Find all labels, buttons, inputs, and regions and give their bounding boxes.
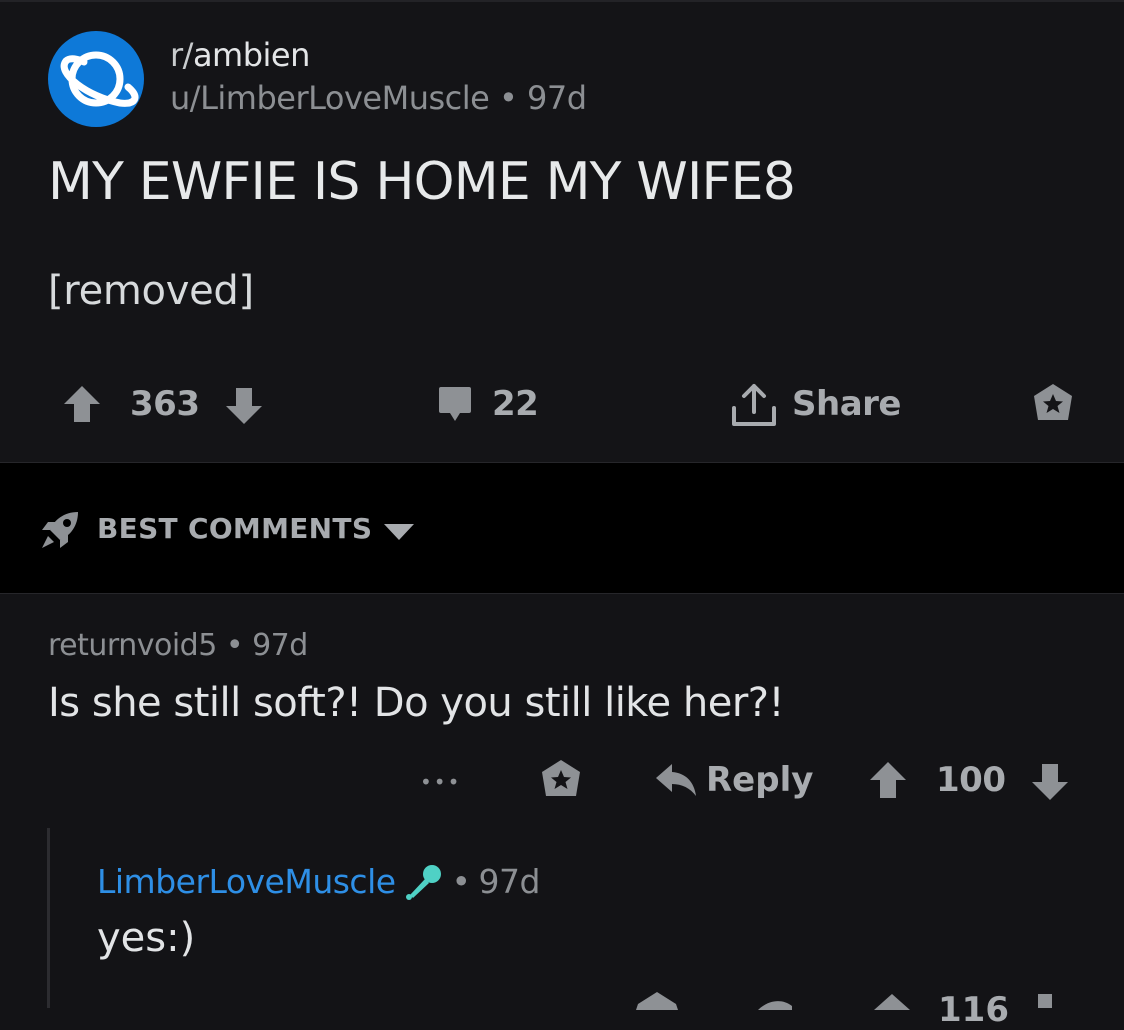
microphone-icon [405, 864, 441, 900]
more-options-button[interactable]: ••• [420, 762, 461, 802]
comment-icon [439, 387, 471, 421]
upvote-icon [874, 994, 910, 1010]
award-icon [636, 992, 678, 1010]
post-age: 97d [527, 79, 587, 117]
reply-author[interactable]: LimberLoveMuscle [97, 862, 396, 901]
reply-icon [656, 764, 696, 796]
downvote-icon [1038, 994, 1052, 1008]
upvote-button[interactable] [60, 382, 104, 426]
reply-age: 97d [478, 862, 541, 901]
thread-line[interactable] [47, 828, 50, 1008]
post-body: [removed] [48, 268, 254, 314]
comment-text: Is she still soft?! Do you still like he… [48, 680, 785, 726]
reply-meta: LimberLoveMuscle • 97d [97, 862, 540, 901]
comment-meta: returnvoid5 • 97d [48, 628, 308, 663]
subreddit-avatar[interactable] [48, 31, 144, 127]
caret-down-icon [384, 524, 414, 540]
share-label: Share [792, 384, 901, 424]
separator-dot: • [498, 79, 528, 117]
downvote-button[interactable] [222, 384, 266, 428]
comment-award-button[interactable] [538, 758, 584, 804]
sort-label: BEST COMMENTS [97, 512, 373, 545]
comment-upvote-button[interactable] [866, 758, 910, 802]
share-icon [732, 384, 776, 426]
upvote-icon [64, 386, 100, 422]
reply-score-partial: 116 [938, 990, 1009, 1030]
subreddit-name[interactable]: r/ambien [170, 36, 310, 74]
planet-icon [60, 51, 139, 107]
comment-action-bar: ••• Reply 100 [0, 750, 1124, 810]
post-card: r/ambien u/LimberLoveMuscle • 97d MY EWF… [0, 0, 1124, 462]
reply-button[interactable]: Reply [654, 758, 813, 802]
comment-downvote-button[interactable] [1028, 760, 1072, 804]
reply-text: yes:) [97, 915, 196, 961]
more-icon: ••• [420, 770, 462, 794]
post-meta: u/LimberLoveMuscle • 97d [170, 79, 587, 117]
separator-dot: • [225, 628, 253, 663]
award-icon [542, 760, 580, 796]
downvote-icon [1032, 764, 1068, 800]
award-button[interactable] [1030, 382, 1076, 428]
post-author[interactable]: u/LimberLoveMuscle [170, 79, 490, 117]
upvote-icon [870, 762, 906, 798]
subreddit-prefix: r/ [170, 36, 193, 74]
comment-score: 100 [936, 760, 1006, 800]
rocket-icon [42, 512, 78, 548]
post-action-bar: 363 22 Share [0, 374, 1124, 434]
separator-dot: • [451, 862, 471, 901]
comment-count: 22 [492, 384, 539, 424]
comments-button[interactable]: 22 [434, 382, 539, 426]
post-score: 363 [130, 384, 200, 424]
award-icon [1034, 384, 1072, 420]
comment-author[interactable]: returnvoid5 [48, 628, 217, 663]
post-title[interactable]: MY EWFIE IS HOME MY WIFE8 [48, 152, 796, 212]
share-button[interactable]: Share [730, 380, 901, 428]
reply-label: Reply [706, 760, 814, 800]
subreddit-label: ambien [192, 36, 310, 74]
comment-age: 97d [252, 628, 308, 663]
downvote-icon [226, 388, 262, 424]
comment-sort-bar[interactable]: BEST COMMENTS [0, 462, 1124, 594]
